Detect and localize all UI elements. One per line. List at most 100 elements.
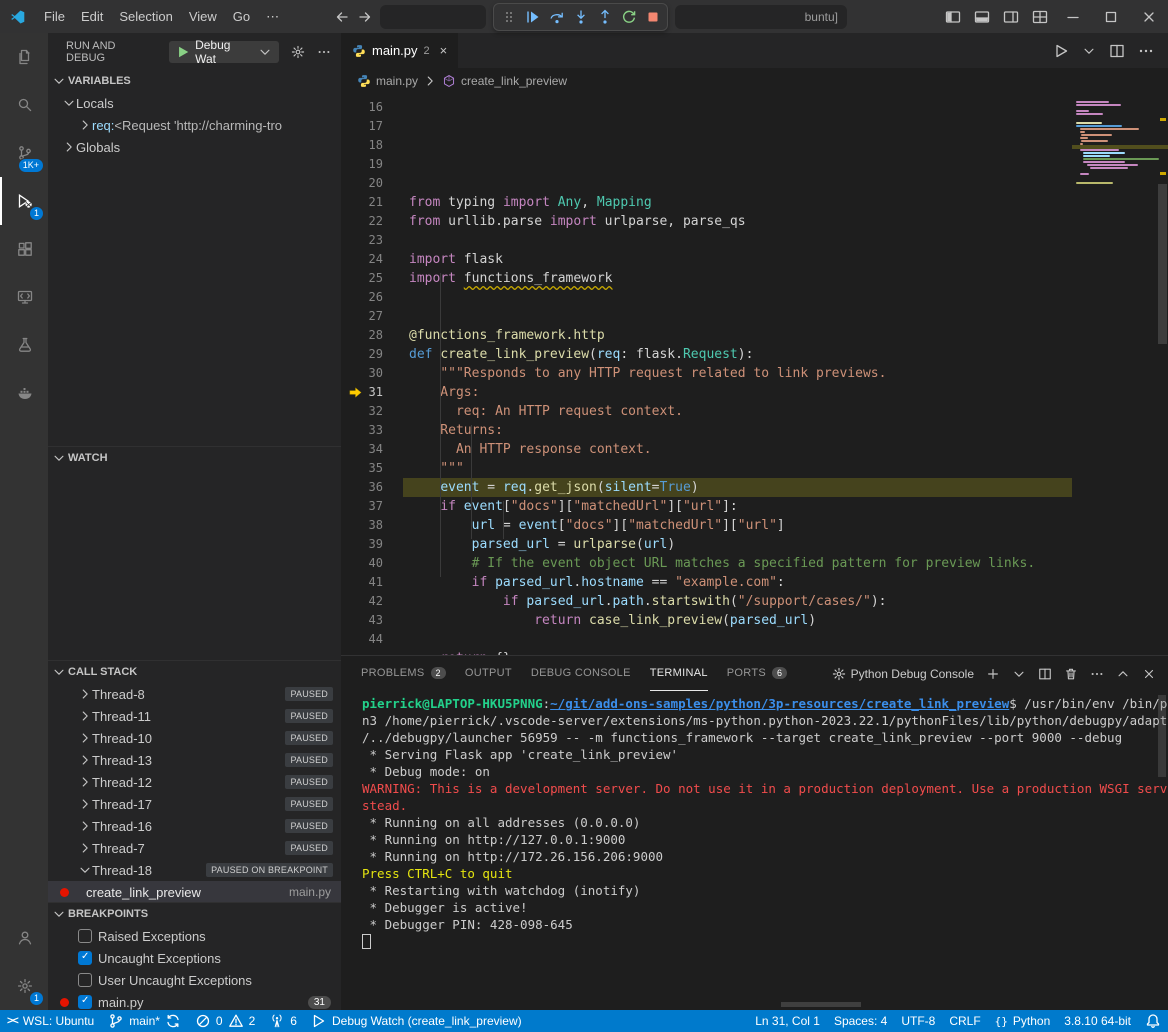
toggle-secondary-sidebar-icon[interactable] <box>996 0 1025 33</box>
activity-extensions[interactable] <box>0 225 48 273</box>
code-line[interactable] <box>403 288 1072 307</box>
variable-row[interactable]: Globals <box>48 136 341 158</box>
close-button[interactable] <box>1130 0 1168 33</box>
menu-more[interactable]: ⋯ <box>258 6 287 28</box>
terminal-dropdown-icon[interactable] <box>1012 667 1026 681</box>
views-and-more-actions-icon[interactable] <box>317 45 331 59</box>
code-line[interactable]: An HTTP response context. <box>403 440 1072 459</box>
terminal-horizontal-scrollbar[interactable] <box>781 1002 861 1007</box>
activity-docker[interactable] <box>0 369 48 417</box>
minimize-button[interactable] <box>1054 0 1092 33</box>
code-line[interactable]: import functions_framework <box>403 269 1072 288</box>
close-panel-icon[interactable] <box>1142 667 1156 681</box>
code-line[interactable]: return case_link_preview(parsed_url) <box>403 611 1072 630</box>
code-line[interactable]: """Responds to any HTTP request related … <box>403 364 1072 383</box>
activity-testing[interactable] <box>0 321 48 369</box>
panel-tab-output[interactable]: OUTPUT <box>465 656 512 691</box>
thread-row[interactable]: Thread-12PAUSED <box>48 771 341 793</box>
indentation-status[interactable]: Spaces: 4 <box>827 1010 894 1032</box>
debug-step-into-button[interactable] <box>569 5 592 29</box>
code-line[interactable]: event = req.get_json(silent=True) <box>403 478 1072 497</box>
panel-tab-problems[interactable]: PROBLEMS2 <box>361 656 446 691</box>
code-line[interactable] <box>403 231 1072 250</box>
breakpoint-row[interactable]: main.py31 <box>48 991 341 1010</box>
activity-explorer[interactable] <box>0 33 48 81</box>
code-line[interactable]: @functions_framework.http <box>403 326 1072 345</box>
breakpoint-checkbox[interactable] <box>78 995 92 1009</box>
debug-session-status[interactable]: Debug Watch (create_link_preview) <box>304 1010 529 1032</box>
editor-more-actions-icon[interactable] <box>1138 43 1154 59</box>
git-branch-status[interactable]: main* <box>101 1010 188 1032</box>
navigate-forward-icon[interactable] <box>357 9 373 25</box>
tab-close-icon[interactable]: × <box>440 43 448 58</box>
code-line[interactable]: Args: <box>403 383 1072 402</box>
code-line[interactable]: return {} <box>403 649 1072 655</box>
breadcrumb-symbol[interactable]: create_link_preview <box>461 74 567 88</box>
code-line[interactable]: # If the event object URL matches a spec… <box>403 554 1072 573</box>
activity-accounts[interactable] <box>0 914 48 962</box>
thread-row[interactable]: Thread-7PAUSED <box>48 837 341 859</box>
activity-search[interactable] <box>0 81 48 129</box>
open-launch-json-icon[interactable] <box>291 45 305 59</box>
panel-more-actions-icon[interactable] <box>1090 667 1104 681</box>
toggle-panel-icon[interactable] <box>967 0 996 33</box>
code-line[interactable]: req: An HTTP request context. <box>403 402 1072 421</box>
thread-row[interactable]: Thread-8PAUSED <box>48 683 341 705</box>
start-debugging-icon[interactable] <box>176 45 190 59</box>
code-line[interactable]: from urllib.parse import urlparse, parse… <box>403 212 1072 231</box>
activity-source-control[interactable]: 1K+ <box>0 129 48 177</box>
stack-frame-row[interactable]: create_link_previewmain.py <box>48 881 341 902</box>
code-editor[interactable]: 1617181920212223242526272829303132333435… <box>341 94 1168 655</box>
split-terminal-icon[interactable] <box>1038 667 1052 681</box>
breadcrumb-file[interactable]: main.py <box>376 74 418 88</box>
code-line[interactable]: """ <box>403 459 1072 478</box>
panel-tab-terminal[interactable]: TERMINAL <box>650 656 708 691</box>
code-content[interactable]: from typing import Any, Mappingfrom urll… <box>403 98 1072 655</box>
toggle-primary-sidebar-icon[interactable] <box>938 0 967 33</box>
thread-row[interactable]: Thread-17PAUSED <box>48 793 341 815</box>
customize-layout-icon[interactable] <box>1025 0 1054 33</box>
code-line[interactable]: if parsed_url.hostname == "example.com": <box>403 573 1072 592</box>
thread-row[interactable]: Thread-13PAUSED <box>48 749 341 771</box>
command-center[interactable]: buntu] <box>675 5 847 29</box>
menu-selection[interactable]: Selection <box>111 6 180 28</box>
code-line[interactable]: def create_link_preview(req: flask.Reque… <box>403 345 1072 364</box>
editor-scrollbar[interactable] <box>1158 184 1167 344</box>
code-line[interactable]: if parsed_url.path.startswith("/support/… <box>403 592 1072 611</box>
command-center-search[interactable] <box>380 5 486 29</box>
activity-remote-explorer[interactable] <box>0 273 48 321</box>
terminal-scrollbar[interactable] <box>1158 695 1166 777</box>
menu-edit[interactable]: Edit <box>73 6 111 28</box>
menu-file[interactable]: File <box>36 6 73 28</box>
maximize-button[interactable] <box>1092 0 1130 33</box>
menu-go[interactable]: Go <box>225 6 258 28</box>
minimap[interactable] <box>1072 98 1168 655</box>
thread-row[interactable]: Thread-16PAUSED <box>48 815 341 837</box>
kill-terminal-icon[interactable] <box>1064 667 1078 681</box>
panel-tab-debug-console[interactable]: DEBUG CONSOLE <box>531 656 631 691</box>
debug-continue-button[interactable] <box>521 5 544 29</box>
code-line[interactable]: Returns: <box>403 421 1072 440</box>
code-line[interactable] <box>403 307 1072 326</box>
variable-row[interactable]: Locals <box>48 92 341 114</box>
breakpoint-checkbox[interactable] <box>78 951 92 965</box>
split-editor-icon[interactable] <box>1109 43 1125 59</box>
thread-row[interactable]: Thread-10PAUSED <box>48 727 341 749</box>
breakpoint-row[interactable]: User Uncaught Exceptions <box>48 969 341 991</box>
debug-configuration-select[interactable]: Debug Wat <box>169 41 279 63</box>
remote-indicator[interactable]: >< WSL: Ubuntu <box>0 1010 101 1032</box>
ports-status[interactable]: 6 <box>262 1010 304 1032</box>
menu-view[interactable]: View <box>181 6 225 28</box>
problems-status[interactable]: 0 2 <box>188 1010 262 1032</box>
run-options-chevron-icon[interactable] <box>1082 44 1096 58</box>
breakpoints-section-header[interactable]: BREAKPOINTS <box>48 903 341 925</box>
navigate-back-icon[interactable] <box>334 9 350 25</box>
call-stack-section-header[interactable]: CALL STACK <box>48 661 341 683</box>
terminal-selector[interactable]: Python Debug Console <box>832 667 974 681</box>
breakpoint-checkbox[interactable] <box>78 929 92 943</box>
maximize-panel-icon[interactable] <box>1116 667 1130 681</box>
tab-main-py[interactable]: main.py 2 × <box>341 33 458 68</box>
breakpoint-checkbox[interactable] <box>78 973 92 987</box>
code-line[interactable]: import flask <box>403 250 1072 269</box>
run-python-file-icon[interactable] <box>1053 43 1069 59</box>
